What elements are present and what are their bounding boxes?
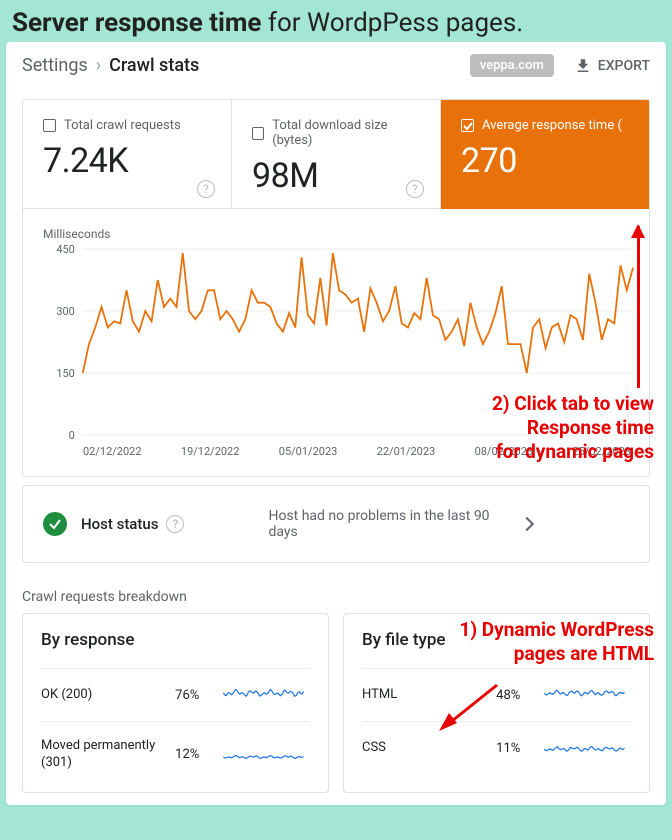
xlabel: 25/02/2023 [572, 445, 631, 458]
host-status-card[interactable]: Host status ? Host had no problems in th… [22, 485, 650, 563]
svg-text:150: 150 [56, 367, 74, 380]
breadcrumb: Settings › Crawl stats [22, 55, 199, 76]
host-status-title: Host status ? [81, 515, 184, 533]
export-label: EXPORT [598, 58, 650, 74]
row-pct: 76% [175, 688, 217, 703]
help-icon[interactable]: ? [166, 515, 184, 533]
xlabel: 02/12/2022 [83, 445, 142, 458]
checkbox-icon [43, 119, 56, 132]
row-label: CSS [362, 740, 496, 757]
chevron-right-icon [520, 517, 534, 531]
export-button[interactable]: EXPORT [562, 57, 650, 75]
by-filetype-card[interactable]: By file type HTML 48% CSS 11% [343, 613, 650, 793]
tab-value: 270 [461, 141, 629, 181]
breakdown-cards: By response OK (200) 76% Moved permanent… [6, 613, 666, 805]
host-status-label: Host status [81, 515, 158, 533]
row-label: HTML [362, 687, 496, 704]
tab-total-crawl-requests[interactable]: Total crawl requests 7.24K ? [23, 100, 232, 209]
response-time-chart: Milliseconds 0 150 300 450 02/12/2022 19/12… [23, 209, 649, 476]
table-row: OK (200) 76% [41, 668, 310, 721]
crawl-stats-panel: Settings › Crawl stats veppa.com EXPORT … [6, 42, 666, 805]
xlabel: 19/12/2022 [181, 445, 240, 458]
stats-card: Total crawl requests 7.24K ? Total downl… [22, 99, 650, 477]
card-title: By response [41, 630, 310, 650]
row-label: OK (200) [41, 687, 175, 704]
chevron-right-icon: › [96, 55, 101, 76]
row-pct: 11% [496, 741, 538, 756]
row-pct: 48% [496, 688, 538, 703]
tab-value: 7.24K [43, 141, 211, 181]
table-row: HTML 48% [362, 668, 631, 721]
svg-text:450: 450 [56, 243, 74, 256]
page-heading-rest: for WordpPess pages. [261, 8, 523, 38]
xlabel: 08/02/2023 [475, 445, 534, 458]
table-row: CSS 11% [362, 721, 631, 774]
host-status-message: Host had no problems in the last 90 days [268, 508, 508, 540]
xlabel: 05/01/2023 [279, 445, 338, 458]
tab-average-response-time[interactable]: Average response time ( 270 [441, 100, 649, 209]
chart-xlabels: 02/12/2022 19/12/2022 05/01/2023 22/01/2… [43, 445, 639, 466]
sparkline [217, 745, 310, 765]
checkbox-icon [252, 127, 264, 140]
stat-tabs: Total crawl requests 7.24K ? Total downl… [23, 100, 649, 209]
tab-value: 98M [252, 156, 420, 196]
card-title: By file type [362, 630, 631, 650]
domain-pill[interactable]: veppa.com [470, 54, 554, 77]
table-row: Moved permanently (301) 12% [41, 721, 310, 788]
svg-text:300: 300 [56, 305, 74, 318]
breadcrumb-root[interactable]: Settings [22, 55, 88, 76]
chart-ylabel: Milliseconds [43, 227, 639, 241]
download-icon [574, 57, 592, 75]
page-heading-bold: Server response time [12, 8, 261, 38]
sparkline [217, 685, 310, 705]
breadcrumb-current: Crawl stats [109, 55, 199, 76]
help-icon[interactable]: ? [406, 180, 424, 198]
line-chart-svg: 0 150 300 450 [43, 243, 639, 441]
page-heading: Server response time for WordpPess pages… [0, 0, 672, 42]
tab-label: Total download size (bytes) [272, 118, 420, 148]
help-icon[interactable]: ? [197, 180, 215, 198]
sparkline [538, 685, 631, 705]
svg-text:0: 0 [69, 429, 75, 441]
row-pct: 12% [175, 747, 217, 762]
breakdown-section-title: Crawl requests breakdown [6, 571, 666, 613]
tab-label: Total crawl requests [64, 118, 181, 133]
sparkline [538, 738, 631, 758]
by-response-card[interactable]: By response OK (200) 76% Moved permanent… [22, 613, 329, 793]
checkbox-checked-icon [461, 119, 474, 132]
row-label: Moved permanently (301) [41, 738, 175, 772]
xlabel: 22/01/2023 [377, 445, 436, 458]
header-row: Settings › Crawl stats veppa.com EXPORT [6, 42, 666, 85]
tab-label: Average response time ( [482, 118, 622, 133]
tab-total-download-size[interactable]: Total download size (bytes) 98M ? [232, 100, 441, 209]
check-circle-icon [43, 512, 67, 536]
